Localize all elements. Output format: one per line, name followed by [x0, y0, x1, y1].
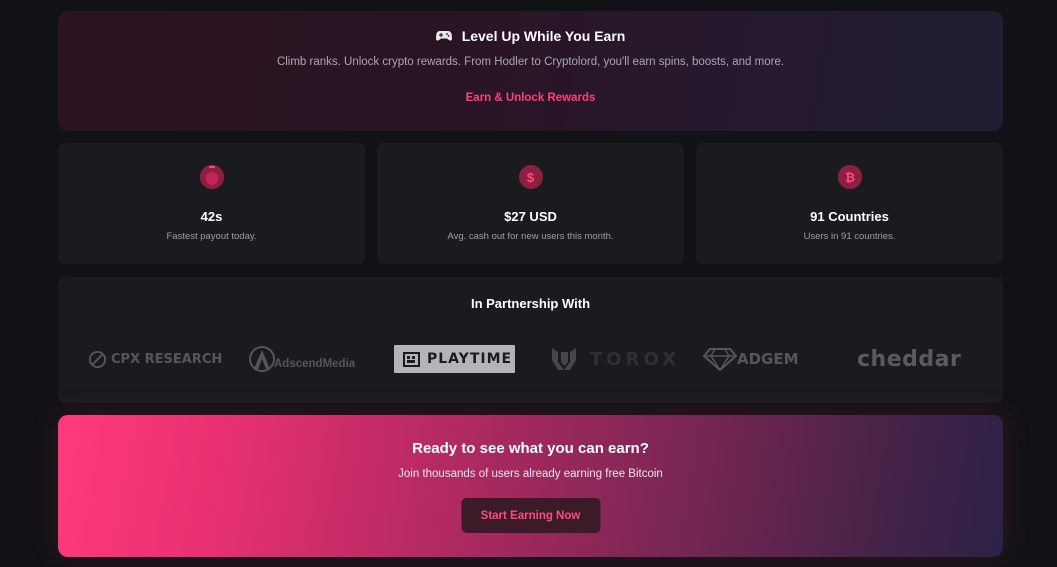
stat-value: 42s — [200, 209, 223, 224]
cpx-research-logo[interactable]: CPX RESEARCH — [88, 343, 222, 375]
start-earning-button[interactable]: Start Earning Now — [461, 498, 600, 533]
partners-title: In Partnership With — [470, 296, 591, 311]
level-up-banner: Level Up While You Earn Climb ranks. Unl… — [58, 11, 1003, 131]
playtime-icon — [403, 351, 420, 367]
hero-subtitle: Climb ranks. Unlock crypto rewards. From… — [276, 56, 785, 68]
stopwatch-icon — [199, 165, 224, 189]
adscendmedia-logo[interactable]: AdscendMedia — [246, 343, 355, 375]
hero-heading: Level Up While You Earn — [58, 28, 1003, 44]
adgem-logo[interactable]: ADGEM — [703, 343, 799, 375]
stat-value: $27 USD — [504, 209, 557, 224]
stat-card-countries: ₿ 91 Countries Users in 91 countries. — [696, 143, 1003, 264]
torox-logo[interactable]: TOROX — [551, 343, 680, 375]
cta-banner: Ready to see what you can earn? Join tho… — [58, 415, 1003, 557]
partner-logos: CPX RESEARCH AdscendMedia PLAYTIME TOROX… — [58, 343, 1003, 375]
partners-section: In Partnership With CPX RESEARCH Adscend… — [58, 277, 1003, 403]
gamepad-icon — [435, 31, 452, 41]
stat-value: 91 Countries — [810, 209, 889, 224]
stat-label: Avg. cash out for new users this month. — [447, 231, 614, 242]
cheddar-logo[interactable]: cheddar — [857, 343, 961, 375]
page-content: Level Up While You Earn Climb ranks. Unl… — [58, 11, 1003, 557]
cpx-research-icon — [88, 350, 107, 368]
adgem-gem-icon — [703, 348, 737, 371]
earn-rewards-link-row: Earn & Unlock Rewards — [58, 92, 1003, 104]
hero-title: Level Up While You Earn — [461, 28, 626, 44]
earn-unlock-rewards-link[interactable]: Earn & Unlock Rewards — [466, 92, 596, 104]
cta-subtitle: Join thousands of users already earning … — [398, 468, 663, 480]
stat-card-cashout: $ $27 USD Avg. cash out for new users th… — [377, 143, 684, 264]
stat-card-payout: 42s Fastest payout today. — [58, 143, 365, 264]
stat-label: Users in 91 countries. — [803, 231, 896, 242]
stat-label: Fastest payout today. — [166, 231, 257, 242]
dollar-icon: $ — [518, 165, 543, 189]
stats-row: 42s Fastest payout today. $ $27 USD Avg.… — [58, 143, 1003, 264]
playtime-logo[interactable]: PLAYTIME — [394, 345, 515, 373]
torox-icon — [552, 348, 576, 370]
svg-text:₿: ₿ — [845, 171, 855, 185]
cta-title: Ready to see what you can earn? — [412, 440, 649, 457]
bitcoin-icon: ₿ — [837, 165, 862, 189]
